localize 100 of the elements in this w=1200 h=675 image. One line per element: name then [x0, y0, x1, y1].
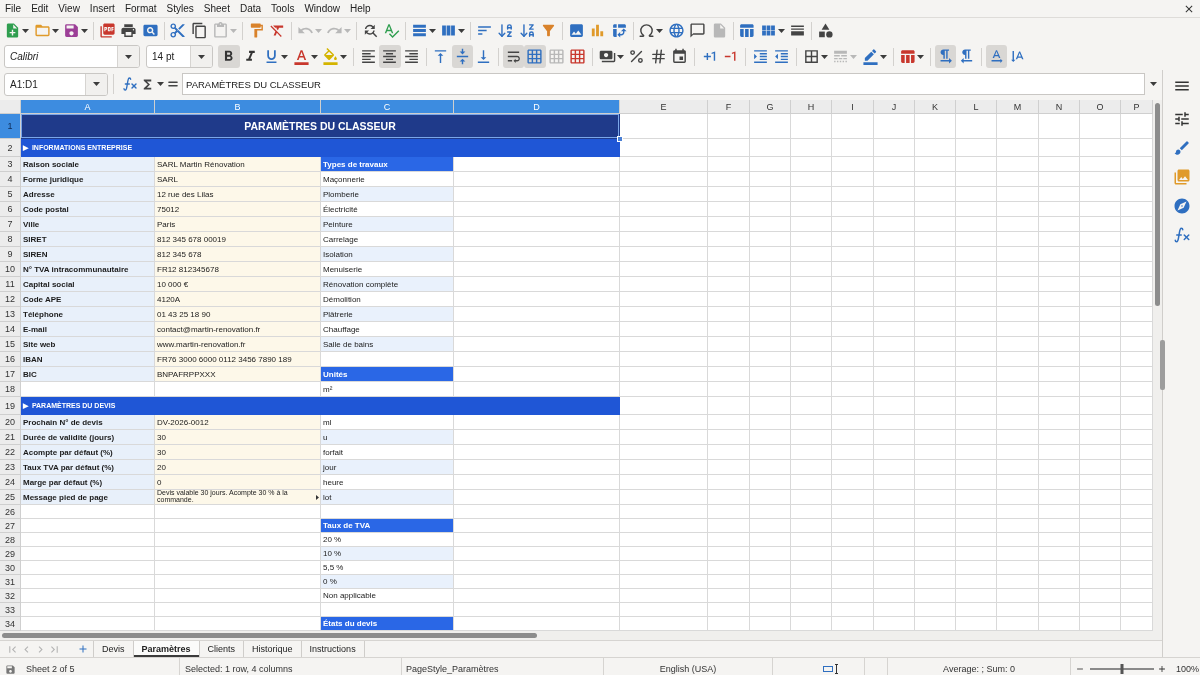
menu-item[interactable]: Styles: [161, 0, 199, 17]
row-header[interactable]: 7: [0, 217, 21, 232]
row-header[interactable]: 5: [0, 187, 21, 202]
row-header[interactable]: 25: [0, 490, 21, 505]
row-header[interactable]: 19: [0, 397, 21, 415]
row-header[interactable]: 2: [0, 139, 21, 157]
row-header[interactable]: 31: [0, 575, 21, 589]
value-cell: FR12 812345678: [155, 262, 321, 277]
column-header[interactable]: K: [915, 100, 956, 114]
menu-item[interactable]: Format: [119, 0, 162, 17]
name-box[interactable]: A1:D1: [4, 72, 108, 96]
label-cell: Code postal: [21, 202, 155, 217]
column-header[interactable]: L: [956, 100, 997, 114]
formula-input[interactable]: PARAMÈTRES DU CLASSEUR: [182, 73, 1145, 95]
column-header[interactable]: O: [1080, 100, 1121, 114]
value-cell: Paris: [155, 217, 321, 232]
scrollbar-thumb[interactable]: [2, 633, 537, 638]
menu-item[interactable]: Edit: [26, 0, 54, 17]
dropdown-button[interactable]: [85, 73, 107, 95]
row-header[interactable]: 34: [0, 617, 21, 631]
wrap-text-button[interactable]: [502, 45, 524, 68]
compass-icon: [1172, 197, 1191, 215]
column-header[interactable]: G: [750, 100, 791, 114]
row-header[interactable]: 15: [0, 337, 21, 352]
row-header[interactable]: 20: [0, 415, 21, 430]
caret-icon: [879, 54, 887, 59]
highlighting-button[interactable]: [320, 45, 350, 68]
menu-item[interactable]: Window: [299, 0, 345, 17]
row-header[interactable]: 9: [0, 247, 21, 262]
row-header[interactable]: 12: [0, 292, 21, 307]
row-header[interactable]: 16: [0, 352, 21, 367]
dropdown-button[interactable]: [117, 46, 139, 67]
function-icon: [1172, 226, 1191, 244]
row-header[interactable]: 32: [0, 589, 21, 603]
menu-item[interactable]: Data: [234, 0, 267, 17]
align-middle-button[interactable]: [451, 45, 473, 68]
menu-item[interactable]: Tools: [266, 0, 300, 17]
zoom-slider-thumb[interactable]: [1120, 664, 1124, 674]
sheet-tab[interactable]: Instructions: [301, 641, 365, 657]
row-header[interactable]: 18: [0, 382, 21, 397]
column-header[interactable]: N: [1039, 100, 1080, 114]
sheet-tab[interactable]: Historique: [244, 641, 302, 657]
row-header[interactable]: 1: [0, 114, 21, 139]
clipboard-icon: [212, 22, 230, 39]
row-header[interactable]: 6: [0, 202, 21, 217]
row-header[interactable]: 24: [0, 475, 21, 490]
column-header[interactable]: E: [620, 100, 708, 114]
column-header[interactable]: I: [832, 100, 874, 114]
scrollbar-thumb[interactable]: [1155, 103, 1160, 306]
font-name-field[interactable]: Calibri: [4, 45, 140, 68]
row-header[interactable]: 22: [0, 445, 21, 460]
bold-button[interactable]: [218, 45, 240, 68]
row-header[interactable]: 14: [0, 322, 21, 337]
row-header[interactable]: 29: [0, 547, 21, 561]
row-header[interactable]: 21: [0, 430, 21, 445]
row-header[interactable]: 8: [0, 232, 21, 247]
caret-icon: [51, 28, 59, 33]
label-cell: Code APE: [21, 292, 155, 307]
menu-item[interactable]: View: [53, 0, 85, 17]
column-header[interactable]: H: [791, 100, 832, 114]
merge-center-button[interactable]: [524, 45, 546, 68]
row-header[interactable]: 17: [0, 367, 21, 382]
column-header[interactable]: P: [1121, 100, 1153, 114]
row-header[interactable]: 4: [0, 172, 21, 187]
row-header[interactable]: 11: [0, 277, 21, 292]
row-header[interactable]: 28: [0, 533, 21, 547]
caret-icon: [81, 28, 89, 33]
zoom-level: 100%: [1176, 664, 1200, 674]
row-header[interactable]: 23: [0, 460, 21, 475]
align-center-button[interactable]: [379, 45, 401, 68]
column-header[interactable]: F: [708, 100, 750, 114]
text-orientation-button[interactable]: [985, 45, 1007, 68]
menu-item[interactable]: Sheet: [198, 0, 235, 17]
sheet-tab[interactable]: Clients: [199, 641, 245, 657]
menu-item[interactable]: Help: [345, 0, 376, 17]
menu-item[interactable]: File: [0, 0, 27, 17]
sort-a-z-icon: [497, 22, 515, 39]
row-header[interactable]: 10: [0, 262, 21, 277]
dropdown-button[interactable]: [190, 46, 212, 67]
column-header[interactable]: M: [997, 100, 1039, 114]
collapse-handle[interactable]: [1160, 340, 1165, 390]
row-header[interactable]: 3: [0, 157, 21, 172]
font-size-field[interactable]: 14 pt: [146, 45, 213, 68]
fill-handle[interactable]: [617, 136, 623, 142]
page-magnifier-icon: [141, 22, 159, 39]
menu-item[interactable]: Insert: [84, 0, 120, 17]
row-header[interactable]: 30: [0, 561, 21, 575]
row-header[interactable]: 26: [0, 505, 21, 519]
column-header[interactable]: J: [874, 100, 915, 114]
left-to-right-button[interactable]: [934, 45, 956, 68]
caret-icon: [656, 28, 664, 33]
sheet-tab[interactable]: Paramètres: [133, 641, 200, 657]
folder-icon: [33, 22, 51, 39]
value-cell: www.martin-renovation.fr: [155, 337, 321, 352]
row-header[interactable]: 27: [0, 519, 21, 533]
sheet-tab[interactable]: Devis: [94, 641, 134, 657]
vertical-scrollbar[interactable]: [1153, 100, 1162, 631]
row-header[interactable]: 13: [0, 307, 21, 322]
horizontal-scrollbar[interactable]: [0, 631, 1162, 640]
row-header[interactable]: 33: [0, 603, 21, 617]
